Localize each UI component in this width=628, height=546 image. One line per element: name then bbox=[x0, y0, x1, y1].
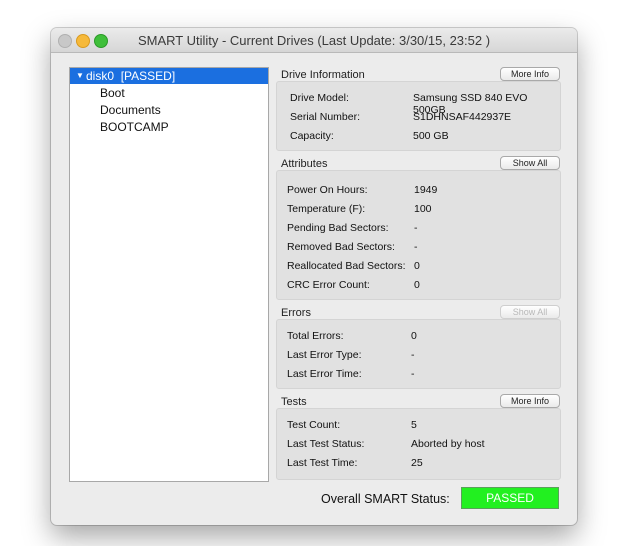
attribute-value: 0 bbox=[414, 260, 420, 272]
drive-info-heading: Drive Information bbox=[281, 69, 365, 81]
tree-item-volume[interactable]: Boot bbox=[100, 86, 125, 100]
disk-status: [PASSED] bbox=[120, 69, 176, 83]
attribute-label: Temperature (F): bbox=[287, 203, 366, 215]
test-label: Last Test Status: bbox=[287, 438, 365, 450]
attribute-label: Reallocated Bad Sectors: bbox=[287, 260, 406, 272]
drive-info-panel: Drive Model: Samsung SSD 840 EVO 500GB S… bbox=[276, 81, 561, 151]
test-value: 5 bbox=[411, 419, 417, 431]
drive-more-info-button[interactable]: More Info bbox=[500, 67, 560, 81]
tests-panel: Test Count: 5 Last Test Status: Aborted … bbox=[276, 408, 561, 480]
error-value: 0 bbox=[411, 330, 417, 342]
smart-utility-window: SMART Utility - Current Drives (Last Upd… bbox=[51, 28, 577, 525]
drive-tree[interactable]: ▼ disk0 [PASSED] Boot Documents BOOTCAMP bbox=[69, 67, 269, 482]
attribute-value: 100 bbox=[414, 203, 432, 215]
serial-number-label: Serial Number: bbox=[290, 111, 361, 123]
errors-panel: Total Errors: 0 Last Error Type: - Last … bbox=[276, 319, 561, 389]
attributes-show-all-button[interactable]: Show All bbox=[500, 156, 560, 170]
attribute-label: Pending Bad Sectors: bbox=[287, 222, 389, 234]
attribute-value: 1949 bbox=[414, 184, 438, 196]
error-value: - bbox=[411, 349, 415, 361]
drive-model-label: Drive Model: bbox=[290, 92, 349, 104]
disk-name: disk0 bbox=[86, 69, 115, 83]
attribute-label: Power On Hours: bbox=[287, 184, 368, 196]
errors-heading: Errors bbox=[281, 307, 311, 319]
test-value: 25 bbox=[411, 457, 423, 469]
test-value: Aborted by host bbox=[411, 438, 485, 450]
window-title: SMART Utility - Current Drives (Last Upd… bbox=[137, 33, 491, 48]
test-label: Last Test Time: bbox=[287, 457, 358, 469]
capacity-label: Capacity: bbox=[290, 130, 334, 142]
overall-status-label: Overall SMART Status: bbox=[321, 492, 450, 506]
tree-item-volume[interactable]: Documents bbox=[100, 103, 161, 117]
serial-number-value: S1DHNSAF442937E bbox=[413, 111, 512, 123]
test-label: Test Count: bbox=[287, 419, 341, 431]
title-bar[interactable]: SMART Utility - Current Drives (Last Upd… bbox=[51, 28, 577, 53]
attribute-value: - bbox=[414, 222, 418, 234]
tests-more-info-button[interactable]: More Info bbox=[500, 394, 560, 408]
tests-heading: Tests bbox=[281, 396, 307, 408]
attribute-label: Removed Bad Sectors: bbox=[287, 241, 395, 253]
attributes-panel: Power On Hours: 1949 Temperature (F): 10… bbox=[276, 170, 561, 300]
overall-status-badge: PASSED bbox=[461, 487, 559, 509]
error-label: Last Error Type: bbox=[287, 349, 362, 361]
errors-show-all-button[interactable]: Show All bbox=[500, 305, 560, 319]
capacity-value: 500 GB bbox=[413, 130, 449, 142]
attribute-value: 0 bbox=[414, 279, 420, 291]
tree-item-volume[interactable]: BOOTCAMP bbox=[100, 120, 169, 134]
error-label: Total Errors: bbox=[287, 330, 344, 342]
attribute-value: - bbox=[414, 241, 418, 253]
disclosure-triangle-icon[interactable]: ▼ bbox=[76, 68, 84, 84]
error-value: - bbox=[411, 368, 415, 380]
attribute-label: CRC Error Count: bbox=[287, 279, 370, 291]
error-label: Last Error Time: bbox=[287, 368, 362, 380]
attributes-heading: Attributes bbox=[281, 158, 328, 170]
tree-item-disk0[interactable]: ▼ disk0 [PASSED] bbox=[70, 68, 268, 84]
